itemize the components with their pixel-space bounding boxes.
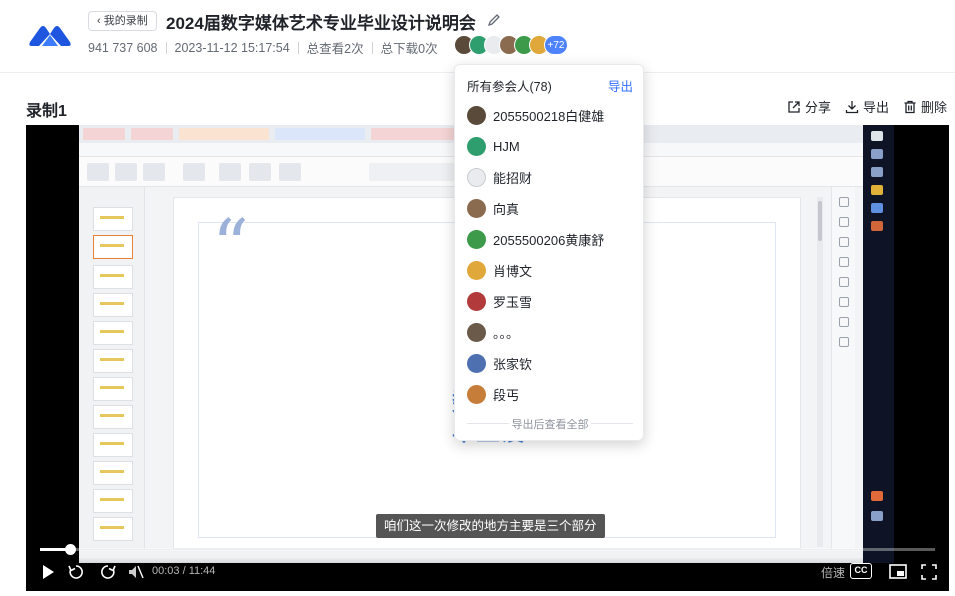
avatar [467,354,486,373]
recording-section-title: 录制1 [26,103,67,120]
trash-icon [904,100,916,113]
participants-list: 2055500218白健雄 HJM 能招财向真 2055500206黄康舒 肖博文罗玉雪… [467,100,637,410]
participant-name: HJM [493,139,520,154]
participant-item[interactable]: 肖博文 [467,255,637,286]
divider [371,41,373,54]
recording-actions: 分享 导出 删除 [787,97,947,116]
participant-name: 能招财 [493,171,533,186]
rewind-icon[interactable] [66,562,86,582]
tencent-meeting-logo [28,22,72,48]
edit-icon[interactable] [487,13,501,27]
avatar [467,323,486,342]
export-to-view-all-link[interactable]: 导出后查看全部 [455,416,645,432]
divider [297,41,299,54]
avatar [467,106,486,125]
quote-mark-icon: “ [212,204,249,288]
picture-in-picture-icon[interactable] [888,562,908,582]
volume-muted-icon[interactable] [126,562,146,582]
export-label: 导出 [862,100,889,115]
download-icon [845,100,859,113]
playback-time: 00:03 / 11:44 [152,565,216,577]
play-icon[interactable] [38,562,58,582]
participant-avatars[interactable]: +72 [454,35,568,57]
progress-handle[interactable] [65,544,77,555]
participant-name: 罗玉雪 [493,295,533,310]
delete-label: 删除 [920,100,947,115]
avatar [467,292,486,311]
avatar [467,385,486,404]
avatar [467,230,486,249]
participant-name: 2055500218白健雄 [493,109,605,124]
playback-speed-button[interactable]: 倍速 [821,564,845,581]
participant-item[interactable]: 向真 [467,193,637,224]
avatar [467,261,486,280]
participant-name: 段丐 [493,388,520,403]
export-participants-link[interactable]: 导出 [608,76,633,95]
participant-name: 。。。 [493,326,520,341]
participant-name: 2055500206黄康舒 [493,233,605,248]
export-button[interactable]: 导出 [845,97,889,116]
slide-scrollbar [817,197,823,547]
participant-item[interactable]: 罗玉雪 [467,286,637,317]
participants-dropdown-header: 所有参会人(78) 导出 [467,76,633,95]
participant-item[interactable]: HJM [467,131,637,162]
page-title: 2024届数字媒体艺术专业毕业设计说明会 [166,14,476,33]
back-to-my-recordings-button[interactable]: ‹ 我的录制 [88,11,157,31]
participant-name: 张家钦 [493,357,533,372]
meeting-id: 941 737 608 [88,40,158,55]
recording-meta: 941 737 608 2023-11-12 15:17:54 总查看2次 总下… [88,38,438,57]
more-participants-badge[interactable]: +72 [544,35,568,55]
participant-name: 向真 [493,202,520,217]
captions-button[interactable]: CC [850,563,872,579]
delete-button[interactable]: 删除 [903,97,947,116]
avatar [467,168,486,187]
fullscreen-icon[interactable] [919,562,939,582]
download-count: 总下载0次 [380,42,438,56]
participant-item[interactable]: 2055500218白健雄 [467,100,637,131]
participant-item[interactable]: 能招财 [467,162,637,193]
view-count: 总查看2次 [306,42,364,56]
share-label: 分享 [804,100,831,115]
avatar [467,137,486,156]
participants-count-label: 所有参会人(78) [467,80,552,94]
progress-bar[interactable] [40,544,935,555]
participants-dropdown: 所有参会人(78) 导出 2055500218白健雄 HJM 能招财 向真 205550… [454,64,644,441]
wps-side-tools [831,187,855,563]
divider [165,41,167,54]
slide-thumbnail-panel [79,187,145,563]
participant-item[interactable]: 张家钦 [467,348,637,379]
share-icon [788,100,800,113]
windows-taskbar [863,125,894,563]
participant-item[interactable]: 。。。 [467,317,637,348]
video-subtitle: 咱们这一次修改的地方主要是三个部分 [376,514,605,538]
participant-name: 肖博文 [493,264,533,279]
forward-icon[interactable] [98,562,118,582]
participant-item[interactable]: 段丐 [467,379,637,410]
participant-item[interactable]: 2055500206黄康舒 [467,224,637,255]
avatar [467,199,486,218]
share-button[interactable]: 分享 [787,97,831,116]
recording-datetime: 2023-11-12 15:17:54 [174,40,290,55]
